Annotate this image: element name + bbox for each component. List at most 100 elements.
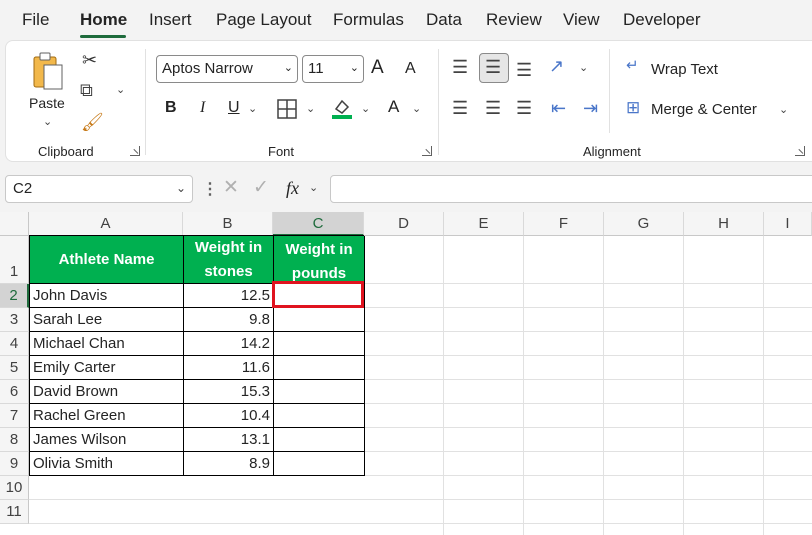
row-header-5[interactable]: 5 xyxy=(0,356,29,380)
increase-font-icon[interactable]: A xyxy=(371,57,384,79)
orientation-icon[interactable]: ↗ xyxy=(549,57,564,75)
decrease-font-icon[interactable]: A xyxy=(405,60,416,78)
menu-developer[interactable]: Developer xyxy=(623,10,701,30)
underline-chevron-icon[interactable]: ⌄ xyxy=(248,102,257,115)
column-header-d[interactable]: D xyxy=(364,212,444,236)
row-header-10[interactable]: 10 xyxy=(0,476,29,500)
cell-pounds[interactable] xyxy=(274,332,365,356)
cell-stones[interactable]: 9.8 xyxy=(184,308,274,332)
borders-icon[interactable] xyxy=(277,99,297,119)
copy-chevron-icon[interactable]: ⌄ xyxy=(116,83,125,96)
copy-icon[interactable]: ⧉ xyxy=(80,81,93,99)
menu-home[interactable]: Home xyxy=(80,10,127,30)
row-header-7[interactable]: 7 xyxy=(0,404,29,428)
column-header-c[interactable]: C xyxy=(273,212,364,236)
align-right-icon[interactable]: ☰ xyxy=(516,99,532,117)
cell-stones[interactable]: 14.2 xyxy=(184,332,274,356)
format-painter-icon[interactable]: 🖌 xyxy=(81,113,104,131)
cell-pounds[interactable] xyxy=(274,308,365,332)
italic-button[interactable]: I xyxy=(200,99,205,117)
header-weight-stones[interactable]: Weight in stones xyxy=(184,236,274,284)
row-header-11[interactable]: 11 xyxy=(0,500,29,524)
column-header-a[interactable]: A xyxy=(29,212,183,236)
column-header-i[interactable]: I xyxy=(764,212,812,236)
cell-stones[interactable]: 13.1 xyxy=(184,428,274,452)
row-header-9[interactable]: 9 xyxy=(0,452,29,476)
cell-name[interactable]: Rachel Green xyxy=(30,404,184,428)
name-box[interactable]: C2 ⌄ xyxy=(5,175,193,203)
orientation-chevron-icon[interactable]: ⌄ xyxy=(579,61,588,74)
cell-stones[interactable]: 12.5 xyxy=(184,284,274,308)
more-options-icon[interactable]: ⋮ xyxy=(202,179,218,199)
column-header-g[interactable]: G xyxy=(604,212,684,236)
align-middle-button[interactable]: ☰ xyxy=(479,53,509,83)
merge-center-button[interactable]: Merge & Center xyxy=(651,101,757,118)
fx-chevron-icon[interactable]: ⌄ xyxy=(309,181,318,194)
borders-chevron-icon[interactable]: ⌄ xyxy=(306,102,315,115)
font-color-icon[interactable]: A xyxy=(388,97,399,117)
row-header-3[interactable]: 3 xyxy=(0,308,29,332)
cell-name[interactable]: Sarah Lee xyxy=(30,308,184,332)
header-athlete-name[interactable]: Athlete Name xyxy=(30,236,184,284)
font-color-chevron-icon[interactable]: ⌄ xyxy=(412,102,421,115)
insert-function-icon[interactable]: fx xyxy=(286,178,299,199)
enter-icon[interactable]: ✓ xyxy=(253,178,269,197)
row-header-8[interactable]: 8 xyxy=(0,428,29,452)
column-header-h[interactable]: H xyxy=(684,212,764,236)
paste-chevron-icon[interactable]: ⌄ xyxy=(43,115,52,128)
align-center-icon[interactable]: ☰ xyxy=(485,99,501,117)
cell-name[interactable]: James Wilson xyxy=(30,428,184,452)
cell-name[interactable]: Emily Carter xyxy=(30,356,184,380)
clipboard-launcher-icon[interactable] xyxy=(130,146,140,156)
menu-formulas[interactable]: Formulas xyxy=(333,10,404,30)
cancel-icon[interactable]: ✕ xyxy=(223,178,239,197)
cell-name[interactable]: Olivia Smith xyxy=(30,452,184,476)
fill-color-chevron-icon[interactable]: ⌄ xyxy=(361,102,370,115)
menu-view[interactable]: View xyxy=(563,10,600,30)
fill-color-icon[interactable] xyxy=(331,97,353,119)
paste-label[interactable]: Paste xyxy=(29,95,65,111)
select-all-corner[interactable] xyxy=(0,212,29,236)
cut-icon[interactable]: ✂ xyxy=(82,51,97,69)
underline-button[interactable]: U xyxy=(228,99,240,117)
decrease-indent-icon[interactable]: ⇤ xyxy=(551,99,566,117)
cell-pounds[interactable] xyxy=(274,380,365,404)
bold-button[interactable]: B xyxy=(165,99,177,117)
column-header-f[interactable]: F xyxy=(524,212,604,236)
merge-center-icon[interactable]: ⊞ xyxy=(626,99,640,116)
wrap-text-button[interactable]: Wrap Text xyxy=(651,61,718,78)
cell-stones[interactable]: 10.4 xyxy=(184,404,274,428)
row-header-6[interactable]: 6 xyxy=(0,380,29,404)
paste-icon[interactable] xyxy=(32,51,70,93)
align-left-icon[interactable]: ☰ xyxy=(452,99,468,117)
font-size-select[interactable]: 11 ⌄ xyxy=(302,55,364,83)
row-header-2[interactable]: 2 xyxy=(0,284,29,308)
column-header-e[interactable]: E xyxy=(444,212,524,236)
active-cell-highlight[interactable] xyxy=(272,281,364,308)
cell-pounds[interactable] xyxy=(274,452,365,476)
font-launcher-icon[interactable] xyxy=(422,146,432,156)
cell-name[interactable]: John Davis xyxy=(30,284,184,308)
cell-name[interactable]: Michael Chan xyxy=(30,332,184,356)
menu-page-layout[interactable]: Page Layout xyxy=(216,10,311,30)
formula-input[interactable] xyxy=(330,175,812,203)
cell-pounds[interactable] xyxy=(274,404,365,428)
menu-review[interactable]: Review xyxy=(486,10,542,30)
menu-file[interactable]: File xyxy=(22,10,49,30)
alignment-launcher-icon[interactable] xyxy=(795,146,805,156)
cell-pounds[interactable] xyxy=(274,428,365,452)
align-bottom-icon[interactable]: ☰ xyxy=(516,61,532,79)
cell-stones[interactable]: 15.3 xyxy=(184,380,274,404)
column-header-b[interactable]: B xyxy=(183,212,273,236)
header-weight-pounds[interactable]: Weight in pounds xyxy=(274,236,365,284)
merge-chevron-icon[interactable]: ⌄ xyxy=(779,103,788,116)
cell-stones[interactable]: 8.9 xyxy=(184,452,274,476)
increase-indent-icon[interactable]: ⇥ xyxy=(583,99,598,117)
menu-insert[interactable]: Insert xyxy=(149,10,192,30)
font-name-select[interactable]: Aptos Narrow ⌄ xyxy=(156,55,298,83)
cell-stones[interactable]: 11.6 xyxy=(184,356,274,380)
row-header-4[interactable]: 4 xyxy=(0,332,29,356)
row-header-1[interactable]: 1 xyxy=(0,236,29,284)
cell-name[interactable]: David Brown xyxy=(30,380,184,404)
cell-pounds[interactable] xyxy=(274,356,365,380)
